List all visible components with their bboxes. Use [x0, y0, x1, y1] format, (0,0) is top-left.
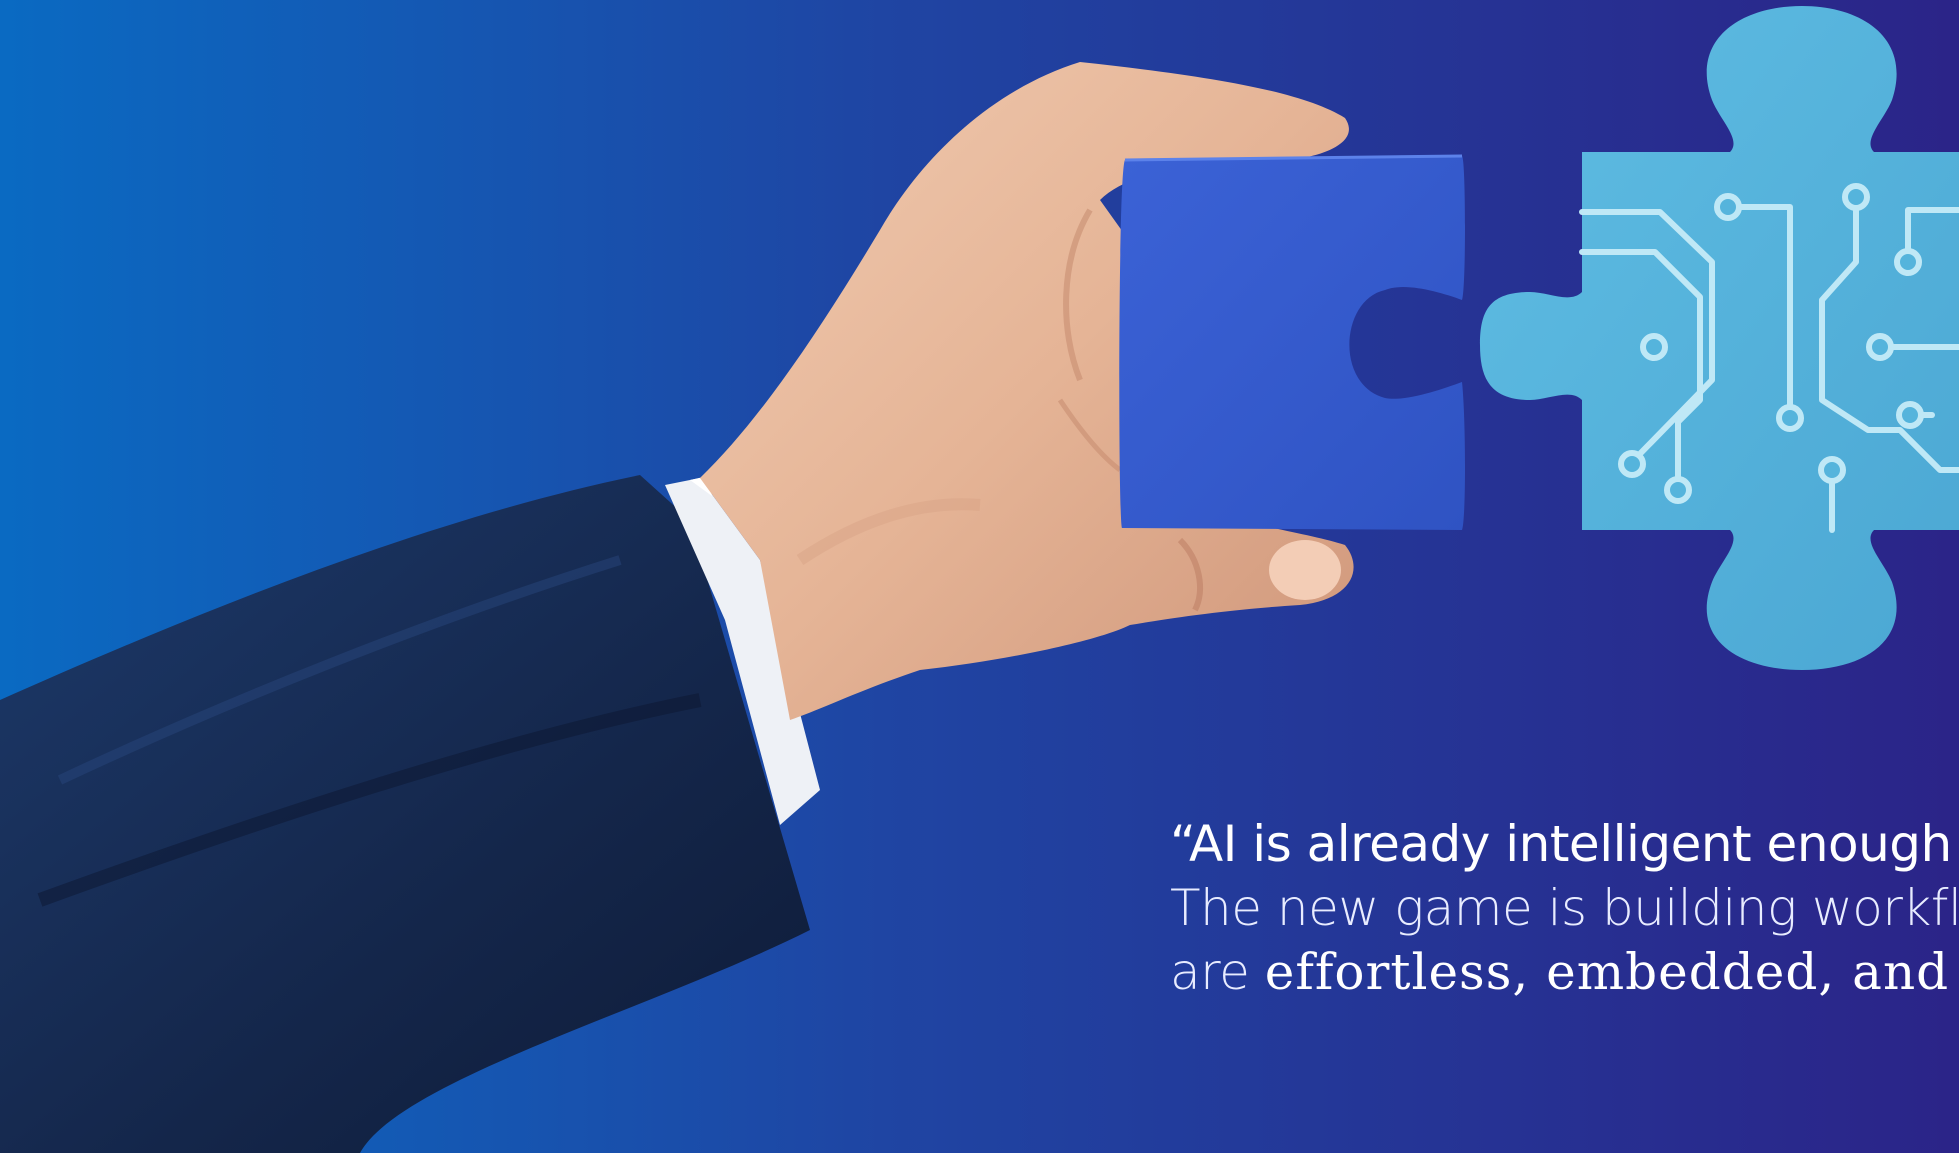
quote-block: “AI is already intelligent enough fo The… — [1170, 812, 1959, 1004]
suit-sleeve — [0, 475, 810, 1153]
puzzle-piece-icon — [1119, 154, 1465, 530]
quote-line-1: “AI is already intelligent enough fo — [1170, 815, 1959, 873]
quote-line-3-prefix: are — [1170, 943, 1265, 1001]
quote-emphasis: effortless, embedded, and i — [1264, 943, 1959, 1001]
hero-banner: “AI is already intelligent enough fo The… — [0, 0, 1959, 1153]
quote-line-2: The new game is building workflov — [1170, 879, 1959, 937]
circuit-board-puzzle-piece-icon — [1480, 6, 1959, 670]
quote-line-3: are effortless, embedded, and i — [1170, 940, 1959, 1004]
